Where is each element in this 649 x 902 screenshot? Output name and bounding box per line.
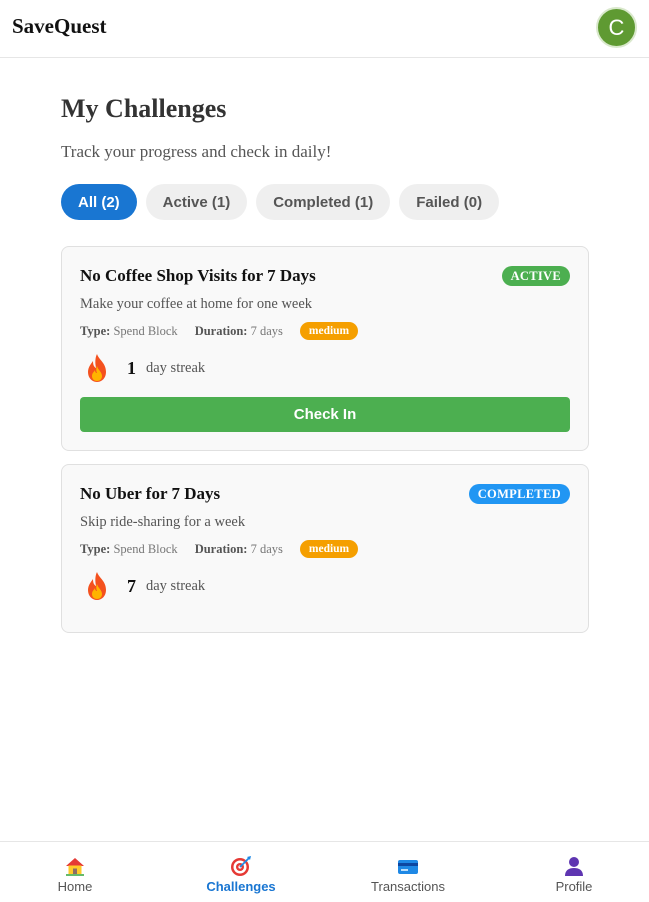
top-bar: SaveQuest C <box>0 0 649 58</box>
challenge-meta: Type: Spend Block Duration: 7 days mediu… <box>80 540 359 558</box>
tab-failed[interactable]: Failed (0) <box>399 184 500 220</box>
duration-value: 7 days <box>250 541 283 556</box>
duration-value: 7 days <box>250 323 283 338</box>
target-icon <box>231 856 251 876</box>
filter-tabs: All (2) Active (1) Completed (1) Failed … <box>61 184 500 220</box>
type-label: Type: <box>80 323 111 338</box>
status-badge: COMPLETED <box>468 484 570 504</box>
nav-label: Transactions <box>371 879 445 894</box>
tab-all[interactable]: All (2) <box>61 184 137 220</box>
type-value: Spend Block <box>113 323 178 338</box>
duration-label: Duration: <box>194 541 248 556</box>
nav-label: Challenges <box>206 879 276 894</box>
type-value: Spend Block <box>113 541 178 556</box>
page-subtitle: Track your progress and check in daily! <box>61 142 332 161</box>
user-avatar[interactable]: C <box>596 7 637 48</box>
streak: 7 day streak <box>84 571 205 601</box>
challenge-title: No Coffee Shop Visits for 7 Days <box>80 266 316 285</box>
flame-icon <box>84 571 110 601</box>
user-icon <box>565 857 583 876</box>
house-icon <box>66 858 84 876</box>
nav-challenges[interactable]: Challenges <box>161 842 321 902</box>
streak-count: 1 <box>127 357 136 378</box>
page-title: My Challenges <box>61 94 227 123</box>
nav-transactions[interactable]: Transactions <box>328 842 488 902</box>
tab-active[interactable]: Active (1) <box>145 184 248 220</box>
app-title[interactable]: SaveQuest <box>12 14 107 39</box>
check-in-button[interactable]: Check In <box>80 397 570 432</box>
challenge-card: No Coffee Shop Visits for 7 Days ACTIVE … <box>61 246 589 451</box>
nav-label: Home <box>57 879 93 894</box>
status-badge: ACTIVE <box>501 266 570 286</box>
streak-label: day streak <box>146 577 206 594</box>
credit-card-icon <box>398 860 418 874</box>
streak: 1 day streak <box>84 353 205 383</box>
challenge-description: Make your coffee at home for one week <box>80 296 313 312</box>
difficulty-badge: medium <box>299 322 359 340</box>
challenge-meta: Type: Spend Block Duration: 7 days mediu… <box>80 322 359 340</box>
flame-icon <box>84 353 110 383</box>
tab-completed[interactable]: Completed (1) <box>256 184 391 220</box>
nav-label: Profile <box>555 879 593 894</box>
streak-count: 7 <box>127 575 136 596</box>
type-label: Type: <box>80 541 111 556</box>
challenge-description: Skip ride-sharing for a week <box>80 514 246 530</box>
nav-home[interactable]: Home <box>0 842 155 902</box>
challenge-title: No Uber for 7 Days <box>80 484 221 503</box>
nav-profile[interactable]: Profile <box>494 842 649 902</box>
difficulty-badge: medium <box>299 540 359 558</box>
bottom-nav: Home Challenges Transactions Profile <box>0 841 649 901</box>
challenge-card: No Uber for 7 Days COMPLETED Skip ride-s… <box>61 464 589 633</box>
duration-label: Duration: <box>194 323 248 338</box>
streak-label: day streak <box>146 359 206 376</box>
